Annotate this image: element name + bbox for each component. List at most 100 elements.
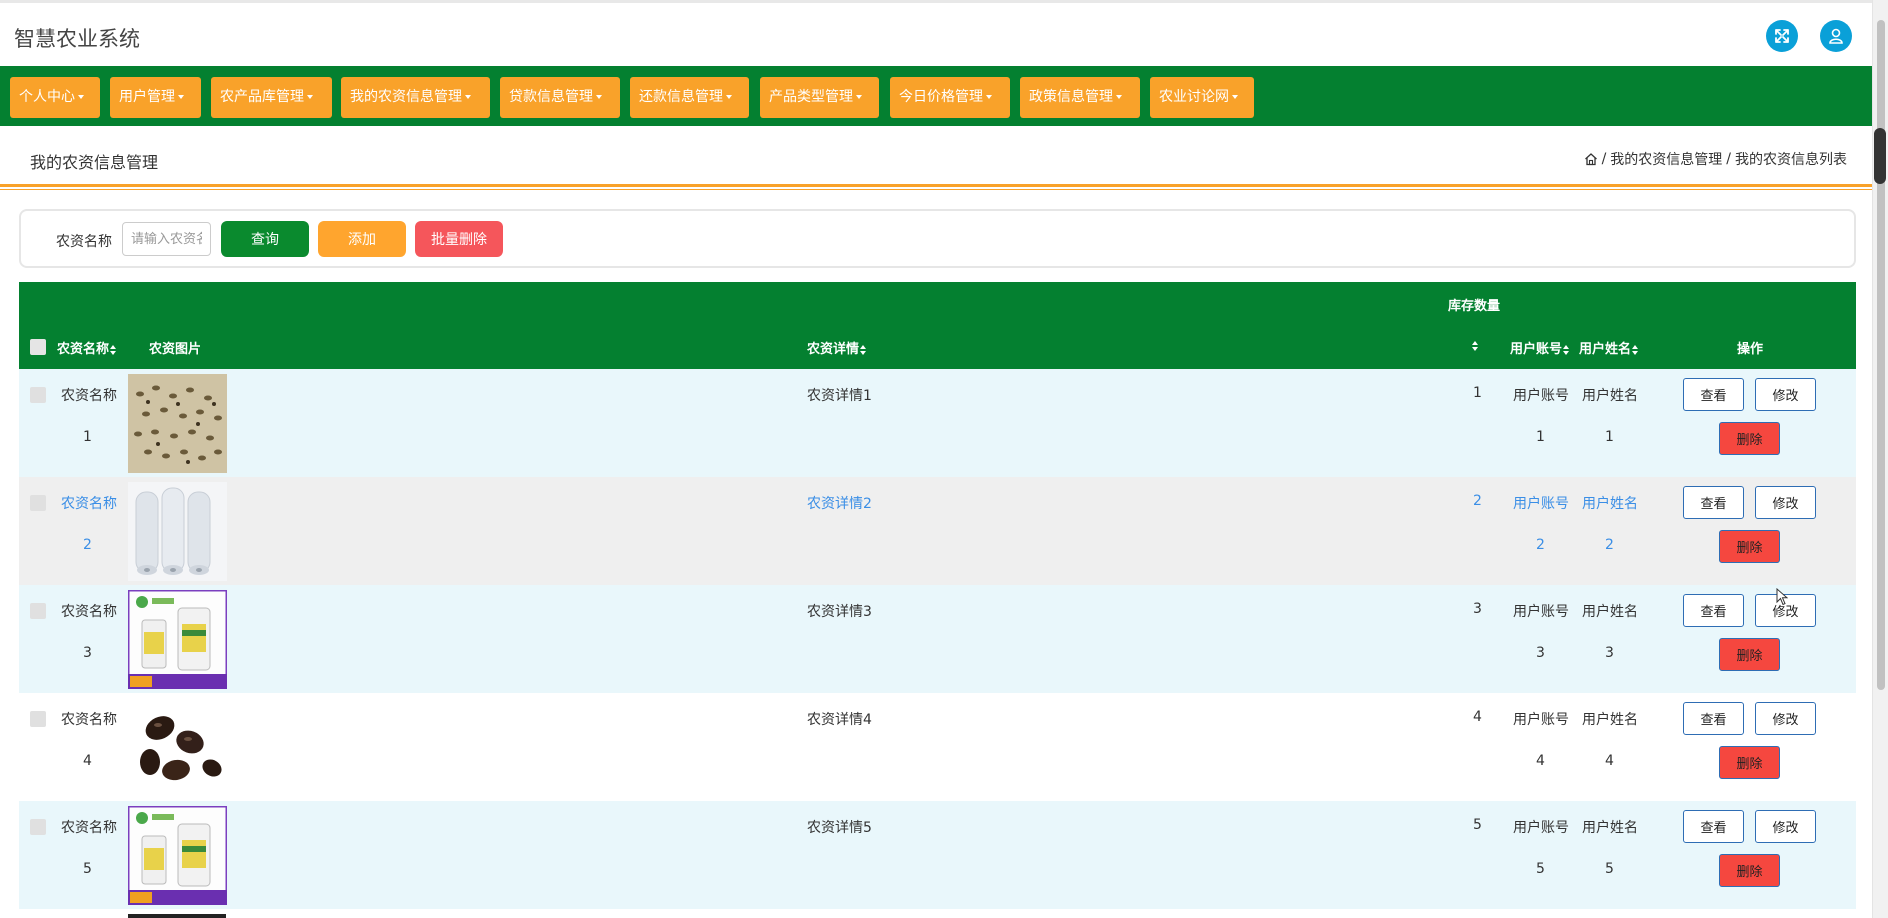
breadcrumb-item-list: 我的农资信息列表 bbox=[1735, 152, 1847, 168]
cell-name-no: 1 bbox=[83, 429, 92, 445]
caret-down-icon bbox=[78, 95, 84, 99]
user-avatar-button[interactable] bbox=[1820, 20, 1852, 52]
cell-name: 农资名称 bbox=[61, 604, 117, 620]
scrollbar-handle[interactable] bbox=[1874, 128, 1886, 184]
edit-button[interactable]: 修改 bbox=[1755, 810, 1816, 843]
scrollbar-thumb[interactable] bbox=[1877, 20, 1885, 690]
cell-username: 用户姓名 bbox=[1582, 388, 1638, 404]
row-checkbox[interactable] bbox=[30, 495, 46, 511]
nav-item-produce-library[interactable]: 农产品库管理 bbox=[211, 77, 332, 118]
header-detail[interactable]: 农资详情 bbox=[807, 338, 867, 357]
nav-item-my-farm-supplies[interactable]: 我的农资信息管理 bbox=[341, 77, 490, 118]
add-button[interactable]: 添加 bbox=[318, 221, 406, 257]
header-label: 用户姓名 bbox=[1579, 342, 1632, 357]
cell-username-no: 4 bbox=[1605, 753, 1614, 769]
delete-button[interactable]: 删除 bbox=[1719, 638, 1780, 671]
home-icon[interactable] bbox=[1584, 152, 1598, 166]
query-button[interactable]: 查询 bbox=[221, 221, 309, 257]
table-row: 农资名称 4 农资详情4 4 用户账号 4 用户姓名 4 查看 修改 删除 bbox=[19, 693, 1856, 801]
cell-account: 用户账号 bbox=[1513, 496, 1569, 512]
delete-button[interactable]: 删除 bbox=[1719, 530, 1780, 563]
nav-item-label: 个人中心 bbox=[19, 89, 75, 105]
table-row: 农资名称 3 农资详情3 3 用户账号 3 用户姓名 3 查看 修改 删除 bbox=[19, 585, 1856, 693]
cell-detail: 农资详情5 bbox=[807, 820, 872, 836]
row-checkbox[interactable] bbox=[30, 711, 46, 727]
nav-item-policy-info[interactable]: 政策信息管理 bbox=[1020, 77, 1140, 118]
cell-stock: 5 bbox=[1473, 817, 1482, 833]
app-title: 智慧农业系统 bbox=[14, 27, 140, 51]
nav-item-forum[interactable]: 农业讨论网 bbox=[1150, 77, 1254, 118]
batch-delete-button[interactable]: 批量删除 bbox=[415, 221, 503, 257]
nav-item-label: 政策信息管理 bbox=[1029, 89, 1113, 105]
edit-button[interactable]: 修改 bbox=[1755, 486, 1816, 519]
delete-button[interactable]: 删除 bbox=[1719, 746, 1780, 779]
cell-detail: 农资详情4 bbox=[807, 712, 872, 728]
nav-item-today-price[interactable]: 今日价格管理 bbox=[890, 77, 1010, 118]
table-row: 农资名称 1 农资详情1 1 用户账号 1 用户姓名 1 查看 修改 删除 bbox=[19, 369, 1856, 477]
cell-name: 农资名称 bbox=[61, 496, 117, 512]
cell-stock: 3 bbox=[1473, 601, 1482, 617]
cell-name-no: 4 bbox=[83, 753, 92, 769]
cell-detail: 农资详情3 bbox=[807, 604, 872, 620]
view-button[interactable]: 查看 bbox=[1683, 486, 1744, 519]
caret-down-icon bbox=[465, 95, 471, 99]
header-account[interactable]: 用户账号 bbox=[1510, 338, 1570, 357]
nav-item-user-management[interactable]: 用户管理 bbox=[110, 77, 201, 118]
delete-button[interactable]: 删除 bbox=[1719, 854, 1780, 887]
header-username[interactable]: 用户姓名 bbox=[1579, 338, 1639, 357]
delete-button[interactable]: 删除 bbox=[1719, 422, 1780, 455]
cell-username-no: 3 bbox=[1605, 645, 1614, 661]
caret-down-icon bbox=[1116, 95, 1122, 99]
cell-username-no: 1 bbox=[1605, 429, 1614, 445]
cell-stock: 4 bbox=[1473, 709, 1482, 725]
main-nav: 个人中心 用户管理 农产品库管理 我的农资信息管理 贷款信息管理 还款信息管理 … bbox=[0, 66, 1872, 126]
row-checkbox[interactable] bbox=[30, 603, 46, 619]
search-input[interactable] bbox=[122, 222, 211, 256]
cell-account: 用户账号 bbox=[1513, 604, 1569, 620]
header-stock-sort[interactable] bbox=[1471, 338, 1479, 353]
header-label: 用户账号 bbox=[1510, 342, 1563, 357]
view-button[interactable]: 查看 bbox=[1683, 810, 1744, 843]
view-button[interactable]: 查看 bbox=[1683, 594, 1744, 627]
nav-item-product-types[interactable]: 产品类型管理 bbox=[760, 77, 879, 118]
header-label: 农资名称 bbox=[57, 342, 110, 357]
divider bbox=[0, 184, 1872, 187]
cell-account-no: 2 bbox=[1536, 537, 1545, 553]
nav-item-loan-info[interactable]: 贷款信息管理 bbox=[500, 77, 620, 118]
breadcrumb-item-management[interactable]: 我的农资信息管理 bbox=[1610, 149, 1722, 169]
table-row: 农资名称 2 农资详情2 2 用户账号 2 用户姓名 2 查看 修改 删除 bbox=[19, 477, 1856, 585]
row-checkbox[interactable] bbox=[30, 387, 46, 403]
film-roll-image-icon bbox=[128, 482, 227, 581]
sort-icon bbox=[109, 344, 117, 355]
caret-down-icon bbox=[986, 95, 992, 99]
cell-username: 用户姓名 bbox=[1582, 820, 1638, 836]
cell-account: 用户账号 bbox=[1513, 820, 1569, 836]
cell-username: 用户姓名 bbox=[1582, 496, 1638, 512]
sort-icon bbox=[1471, 340, 1479, 351]
sort-icon bbox=[1562, 344, 1570, 355]
edit-button[interactable]: 修改 bbox=[1755, 702, 1816, 735]
nav-item-label: 贷款信息管理 bbox=[509, 89, 593, 105]
header-name[interactable]: 农资名称 bbox=[57, 338, 117, 357]
select-all-checkbox[interactable] bbox=[30, 339, 46, 355]
cell-stock: 2 bbox=[1473, 493, 1482, 509]
view-button[interactable]: 查看 bbox=[1683, 702, 1744, 735]
nav-item-repayment-info[interactable]: 还款信息管理 bbox=[630, 77, 749, 118]
nav-item-personal-center[interactable]: 个人中心 bbox=[10, 77, 100, 118]
header-stock: 库存数量 bbox=[1448, 299, 1501, 314]
header-actions: 操作 bbox=[1737, 342, 1764, 357]
edit-button[interactable]: 修改 bbox=[1755, 378, 1816, 411]
pesticide-bottle-image-icon bbox=[128, 590, 227, 689]
nav-item-label: 还款信息管理 bbox=[639, 89, 723, 105]
row-checkbox[interactable] bbox=[30, 819, 46, 835]
header-image: 农资图片 bbox=[149, 342, 202, 357]
cell-detail: 农资详情1 bbox=[807, 388, 872, 404]
top-header: 智慧农业系统 bbox=[0, 0, 1872, 66]
next-row-image-edge bbox=[128, 914, 226, 918]
pesticide-bottle-image-icon bbox=[128, 806, 227, 905]
table-header: 农资名称 农资图片 农资详情 库存数量 用户账号 用户姓名 操作 bbox=[19, 282, 1856, 369]
cell-account: 用户账号 bbox=[1513, 712, 1569, 728]
view-button[interactable]: 查看 bbox=[1683, 378, 1744, 411]
cell-stock: 1 bbox=[1473, 385, 1482, 401]
fullscreen-button[interactable] bbox=[1766, 20, 1798, 52]
